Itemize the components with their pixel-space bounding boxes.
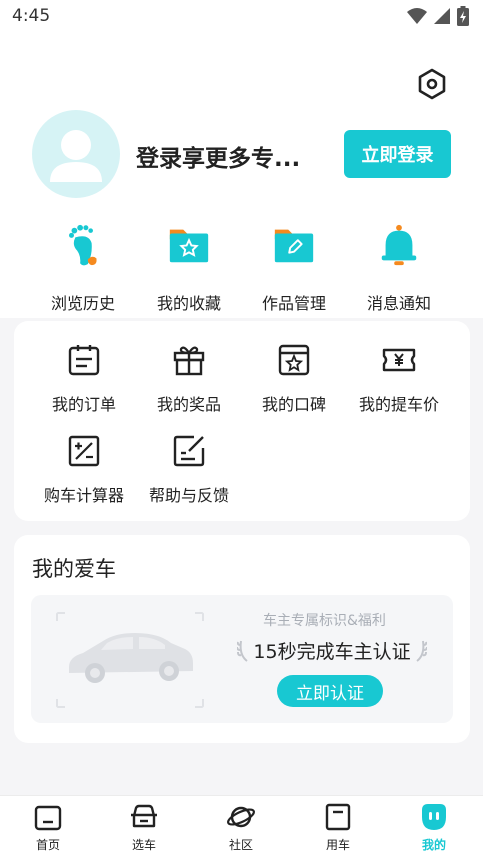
battery-icon <box>457 6 469 26</box>
tool-orders[interactable]: 我的订单 <box>31 343 137 423</box>
bell-icon <box>381 224 417 266</box>
tab-home[interactable]: 首页 <box>16 802 80 856</box>
status-bar: 4:45 <box>0 0 483 34</box>
avatar[interactable] <box>32 110 120 198</box>
status-time: 4:45 <box>12 6 51 26</box>
tool-label: 帮助与反馈 <box>148 486 229 505</box>
tool-delivery-price[interactable]: 我的提车价 <box>346 343 452 423</box>
tool-reviews[interactable]: 我的口碑 <box>241 343 347 423</box>
tab-label: 社区 <box>228 838 253 852</box>
quick-link-favorites[interactable]: 我的收藏 <box>136 222 242 314</box>
tool-prizes[interactable]: 我的奖品 <box>136 343 242 423</box>
gift-icon <box>173 346 205 376</box>
car-placeholder-image <box>56 612 204 708</box>
tool-label: 我的奖品 <box>156 395 221 414</box>
laurel-right-icon <box>415 640 427 662</box>
tab-label: 选车 <box>131 838 156 852</box>
car-headline-row: 15秒完成车主认证 <box>227 635 437 665</box>
quick-link-label: 我的收藏 <box>156 294 221 313</box>
order-icon <box>68 345 100 376</box>
quick-link-label: 作品管理 <box>261 294 326 313</box>
tool-label: 我的提车价 <box>358 395 439 414</box>
calculator-icon <box>68 435 100 467</box>
my-car-card: 我的爱车 车主专属标识&福利 15秒完成车主认证 立即认证 <box>14 535 470 743</box>
review-icon <box>278 344 310 376</box>
feedback-icon <box>173 435 205 467</box>
bottom-tab-bar: 首页 选车 社区 用车 我的 <box>0 795 483 859</box>
signal-icon <box>434 8 450 24</box>
tab-me[interactable]: 我的 <box>402 802 466 856</box>
box-icon <box>325 803 351 831</box>
quick-link-label: 消息通知 <box>366 294 431 313</box>
tool-label: 我的订单 <box>51 395 116 414</box>
footprint-icon <box>69 224 97 266</box>
verify-now-button[interactable]: 立即认证 <box>277 675 383 707</box>
wifi-icon <box>407 8 427 24</box>
car-front-icon <box>131 804 157 828</box>
planet-icon <box>227 806 255 828</box>
me-icon <box>422 804 446 830</box>
quick-link-notifications[interactable]: 消息通知 <box>346 222 452 314</box>
tab-choose-car[interactable]: 选车 <box>112 802 176 856</box>
folder-edit-icon <box>274 229 314 263</box>
tools-card: 我的订单 我的奖品 我的口碑 我的提车价 购车计算器 帮助与反馈 <box>14 321 470 521</box>
settings-gear-icon[interactable] <box>416 68 448 100</box>
quick-link-label: 浏览历史 <box>50 294 115 313</box>
login-button[interactable]: 立即登录 <box>344 130 451 178</box>
car-certification-panel[interactable]: 车主专属标识&福利 15秒完成车主认证 立即认证 <box>31 595 453 723</box>
quick-link-history[interactable]: 浏览历史 <box>30 222 136 314</box>
tab-community[interactable]: 社区 <box>209 802 273 856</box>
login-prompt[interactable]: 登录享更多专... <box>136 139 300 173</box>
tab-label: 首页 <box>35 838 60 852</box>
tool-label: 购车计算器 <box>43 486 124 505</box>
default-user-icon <box>50 130 102 182</box>
tool-help-feedback[interactable]: 帮助与反馈 <box>136 434 242 514</box>
tab-label: 用车 <box>325 838 350 852</box>
folder-star-icon <box>169 229 209 263</box>
tool-label: 我的口碑 <box>261 395 326 414</box>
tab-label: 我的 <box>421 838 446 852</box>
tool-calculator[interactable]: 购车计算器 <box>31 434 137 514</box>
car-headline: 15秒完成车主认证 <box>253 640 411 663</box>
tab-use-car[interactable]: 用车 <box>306 802 370 856</box>
home-icon <box>34 805 62 831</box>
my-car-title: 我的爱车 <box>32 557 116 581</box>
status-icons <box>407 6 469 26</box>
price-ticket-icon <box>382 348 416 372</box>
car-owner-benefits-text: 车主专属标识&福利 <box>263 613 386 629</box>
laurel-left-icon <box>237 640 249 662</box>
quick-link-works[interactable]: 作品管理 <box>241 222 347 314</box>
